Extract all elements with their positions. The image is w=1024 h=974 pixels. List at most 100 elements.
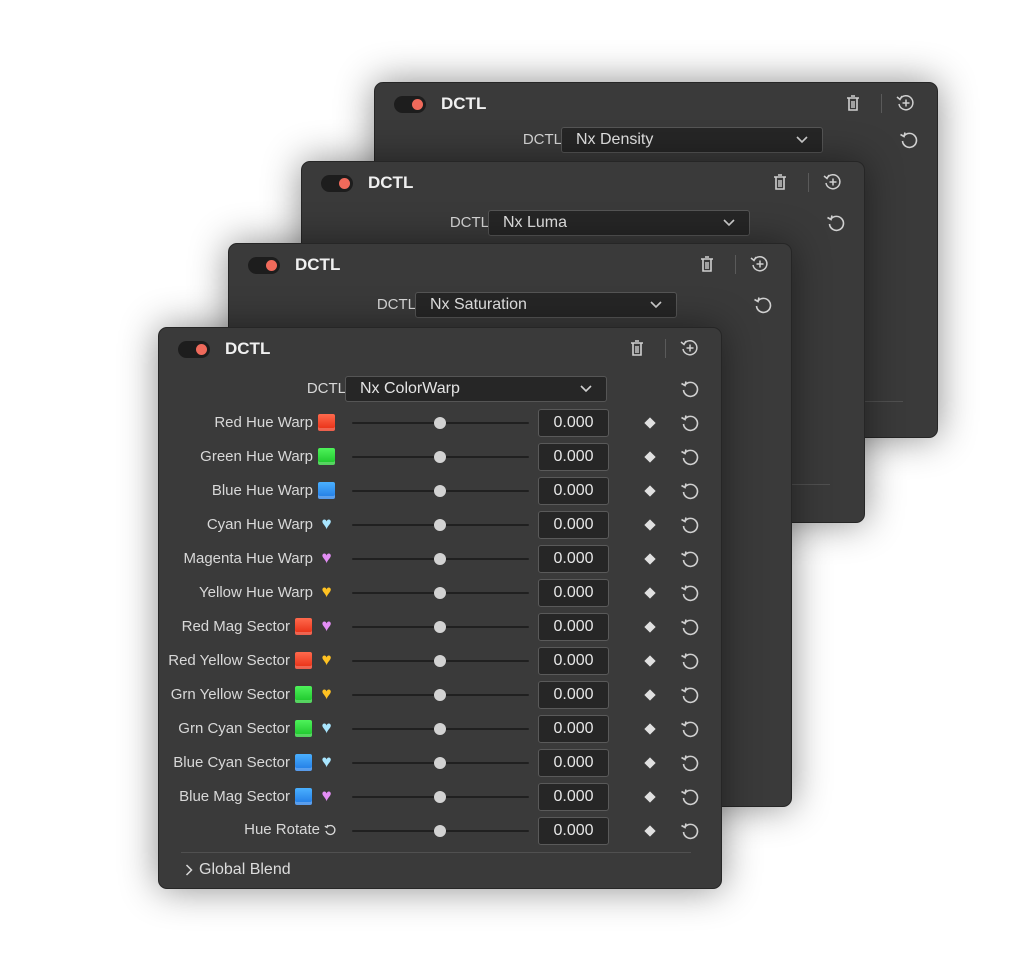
keyframe-diamond-icon[interactable] bbox=[644, 621, 656, 633]
trash-icon[interactable] bbox=[629, 338, 645, 358]
param-row-hue-rotate: Hue Rotate 0.000 bbox=[159, 816, 721, 846]
add-node-icon[interactable] bbox=[896, 93, 916, 113]
slider-handle[interactable] bbox=[434, 587, 446, 599]
keyframe-diamond-icon[interactable] bbox=[644, 757, 656, 769]
enable-toggle[interactable] bbox=[248, 257, 280, 274]
keyframe-diamond-icon[interactable] bbox=[644, 587, 656, 599]
yellow-heart-icon: ♥ bbox=[321, 684, 332, 703]
param-value-field[interactable]: 0.000 bbox=[538, 579, 609, 607]
reset-icon[interactable] bbox=[826, 213, 846, 233]
param-value-field[interactable]: 0.000 bbox=[538, 613, 609, 641]
reset-icon[interactable] bbox=[680, 583, 700, 603]
magenta-heart-icon: ♥ bbox=[321, 786, 332, 805]
reset-icon[interactable] bbox=[680, 413, 700, 433]
slider-handle[interactable] bbox=[434, 791, 446, 803]
enable-toggle[interactable] bbox=[321, 175, 353, 192]
reset-icon[interactable] bbox=[753, 295, 773, 315]
reset-icon[interactable] bbox=[899, 130, 919, 150]
chevron-right-icon bbox=[185, 864, 193, 876]
reset-icon[interactable] bbox=[680, 481, 700, 501]
keyframe-diamond-icon[interactable] bbox=[644, 519, 656, 531]
keyframe-diamond-icon[interactable] bbox=[644, 485, 656, 497]
dctl-dropdown[interactable]: Nx Luma bbox=[488, 210, 750, 236]
slider-handle[interactable] bbox=[434, 519, 446, 531]
chevron-down-icon bbox=[650, 301, 662, 309]
param-label: Red Mag Sector ♥ bbox=[182, 617, 336, 635]
blue-square-icon bbox=[317, 481, 336, 499]
slider-handle[interactable] bbox=[434, 553, 446, 565]
param-value-field[interactable]: 0.000 bbox=[538, 545, 609, 573]
reset-icon[interactable] bbox=[680, 549, 700, 569]
keyframe-diamond-icon[interactable] bbox=[644, 723, 656, 735]
reset-icon[interactable] bbox=[680, 379, 700, 399]
param-value-field[interactable]: 0.000 bbox=[538, 817, 609, 845]
reset-icon[interactable] bbox=[680, 447, 700, 467]
param-value-field[interactable]: 0.000 bbox=[538, 443, 609, 471]
param-row-green-hue-warp: Green Hue Warp 0.000 bbox=[159, 442, 721, 472]
param-label: Blue Mag Sector ♥ bbox=[179, 787, 336, 805]
reset-icon[interactable] bbox=[680, 753, 700, 773]
chevron-down-icon bbox=[580, 385, 592, 393]
keyframe-diamond-icon[interactable] bbox=[644, 655, 656, 667]
trash-icon[interactable] bbox=[772, 172, 788, 192]
panel-title: DCTL bbox=[441, 94, 487, 113]
reset-icon[interactable] bbox=[680, 821, 700, 841]
enable-toggle[interactable] bbox=[394, 96, 426, 113]
param-value-field[interactable]: 0.000 bbox=[538, 749, 609, 777]
slider-handle[interactable] bbox=[434, 485, 446, 497]
param-value-field[interactable]: 0.000 bbox=[538, 783, 609, 811]
dctl-label: DCTL bbox=[449, 214, 489, 231]
dctl-dropdown[interactable]: Nx ColorWarp bbox=[345, 376, 607, 402]
slider-handle[interactable] bbox=[434, 825, 446, 837]
param-label: Blue Cyan Sector ♥ bbox=[173, 753, 336, 771]
reset-icon[interactable] bbox=[680, 719, 700, 739]
reset-icon[interactable] bbox=[680, 685, 700, 705]
add-node-icon[interactable] bbox=[680, 338, 700, 358]
add-node-icon[interactable] bbox=[750, 254, 770, 274]
reset-icon[interactable] bbox=[680, 787, 700, 807]
panel-title: DCTL bbox=[295, 255, 341, 274]
keyframe-diamond-icon[interactable] bbox=[644, 791, 656, 803]
trash-icon[interactable] bbox=[845, 93, 861, 113]
yellow-heart-icon: ♥ bbox=[321, 582, 332, 601]
param-value-field[interactable]: 0.000 bbox=[538, 715, 609, 743]
slider-handle[interactable] bbox=[434, 757, 446, 769]
keyframe-diamond-icon[interactable] bbox=[644, 417, 656, 429]
param-value-field[interactable]: 0.000 bbox=[538, 511, 609, 539]
cyan-heart-icon: ♥ bbox=[321, 718, 332, 737]
dctl-select-row: DCTL Nx ColorWarp bbox=[159, 374, 721, 404]
global-blend-section[interactable]: Global Blend bbox=[185, 861, 291, 879]
param-row-blue-hue-warp: Blue Hue Warp 0.000 bbox=[159, 476, 721, 506]
trash-icon[interactable] bbox=[699, 254, 715, 274]
dctl-dropdown-value: Nx Density bbox=[576, 131, 654, 148]
enable-toggle[interactable] bbox=[178, 341, 210, 358]
slider-handle[interactable] bbox=[434, 723, 446, 735]
param-value-field[interactable]: 0.000 bbox=[538, 681, 609, 709]
chevron-down-icon bbox=[723, 219, 735, 227]
slider-handle[interactable] bbox=[434, 689, 446, 701]
param-value-field[interactable]: 0.000 bbox=[538, 409, 609, 437]
dctl-dropdown[interactable]: Nx Density bbox=[561, 127, 823, 153]
param-label: Blue Hue Warp bbox=[212, 481, 336, 499]
add-node-icon[interactable] bbox=[823, 172, 843, 192]
reset-icon[interactable] bbox=[680, 515, 700, 535]
keyframe-diamond-icon[interactable] bbox=[644, 553, 656, 565]
slider-handle[interactable] bbox=[434, 451, 446, 463]
param-value-field[interactable]: 0.000 bbox=[538, 647, 609, 675]
reset-icon[interactable] bbox=[680, 617, 700, 637]
param-row-blue-mag-sector: Blue Mag Sector ♥ 0.000 bbox=[159, 782, 721, 812]
keyframe-diamond-icon[interactable] bbox=[644, 689, 656, 701]
param-row-grn-cyan-sector: Grn Cyan Sector ♥ 0.000 bbox=[159, 714, 721, 744]
dctl-panel-colorwarp: DCTL DCTL Nx ColorWarp Red Hue Warp 0.00… bbox=[158, 327, 722, 889]
param-label: Red Yellow Sector ♥ bbox=[168, 651, 336, 669]
keyframe-diamond-icon[interactable] bbox=[644, 825, 656, 837]
param-row-blue-cyan-sector: Blue Cyan Sector ♥ 0.000 bbox=[159, 748, 721, 778]
slider-handle[interactable] bbox=[434, 417, 446, 429]
reset-icon[interactable] bbox=[680, 651, 700, 671]
slider-handle[interactable] bbox=[434, 621, 446, 633]
slider-handle[interactable] bbox=[434, 655, 446, 667]
dctl-dropdown[interactable]: Nx Saturation bbox=[415, 292, 677, 318]
keyframe-diamond-icon[interactable] bbox=[644, 451, 656, 463]
param-value-field[interactable]: 0.000 bbox=[538, 477, 609, 505]
dctl-dropdown-value: Nx ColorWarp bbox=[360, 380, 460, 397]
